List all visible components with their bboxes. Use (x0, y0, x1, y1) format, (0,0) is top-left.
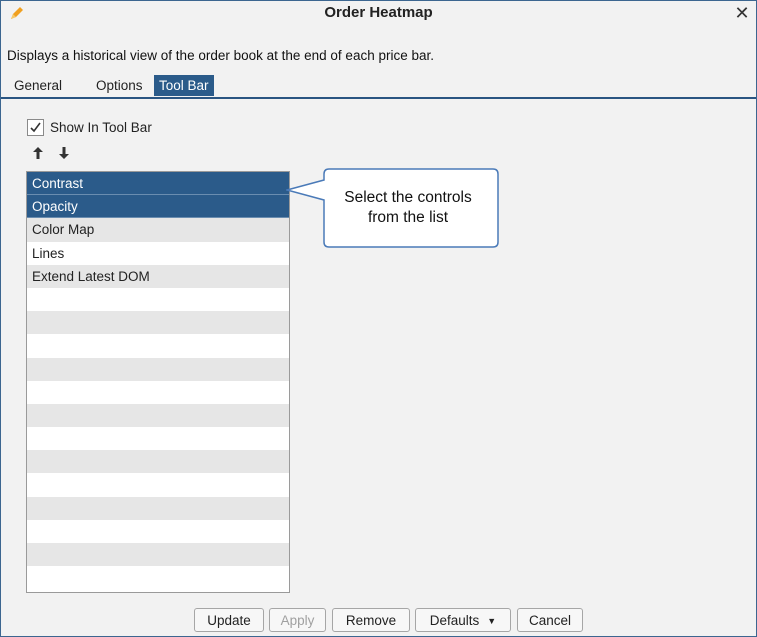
list-item-empty (27, 403, 289, 428)
study-description: Displays a historical view of the order … (7, 48, 434, 63)
list-item-empty (27, 311, 289, 335)
defaults-label: Defaults (429, 613, 480, 628)
list-item-empty (27, 473, 289, 497)
show-in-toolbar-label: Show In Tool Bar (50, 119, 152, 135)
defaults-button[interactable]: Defaults ▼ (415, 608, 511, 632)
list-item-empty (27, 496, 289, 520)
callout-text: Select the controls from the list (323, 188, 493, 228)
title-bar: Order Heatmap ✕ (1, 1, 756, 27)
list-item-empty (27, 450, 289, 474)
window-title: Order Heatmap (324, 4, 433, 21)
list-item[interactable]: Lines (27, 241, 289, 265)
tab-options[interactable]: Options (91, 75, 148, 96)
controls-list[interactable]: Contrast Opacity Color Map Lines Extend Late… (26, 171, 290, 593)
list-item-empty (27, 566, 289, 590)
caret-down-icon: ▼ (487, 616, 497, 627)
tab-general[interactable]: General (9, 75, 67, 96)
tab-bar: General Options Tool Bar (1, 75, 756, 99)
show-in-toolbar-checkbox[interactable] (27, 118, 44, 136)
apply-button[interactable]: Apply (269, 608, 326, 632)
callout-line-1: Select the controls (344, 189, 472, 206)
list-item[interactable]: Extend Latest DOM (27, 264, 289, 288)
update-button[interactable]: Update (194, 608, 264, 632)
close-button[interactable]: ✕ (732, 2, 752, 24)
list-item-empty (27, 427, 289, 451)
list-item-empty (27, 519, 289, 543)
checkmark-icon (30, 122, 41, 132)
cancel-button[interactable]: Cancel (517, 608, 583, 632)
list-item-empty (27, 380, 289, 404)
list-item-empty (27, 543, 289, 567)
list-item-empty (27, 334, 289, 358)
list-item[interactable]: Color Map (27, 218, 289, 242)
button-bar: Update Apply Remove Defaults ▼ Cancel (1, 606, 756, 634)
arrow-down-icon[interactable] (57, 145, 71, 161)
dialog-window: Order Heatmap ✕ Displays a historical vi… (0, 0, 757, 637)
remove-button[interactable]: Remove (332, 608, 410, 632)
callout-line-2: from the list (367, 209, 449, 226)
list-item[interactable]: Contrast (27, 172, 289, 196)
list-item-empty (27, 287, 289, 312)
arrow-up-icon[interactable] (31, 145, 45, 161)
list-item-empty (27, 357, 289, 381)
list-item[interactable]: Opacity (27, 195, 289, 219)
tab-tool-bar[interactable]: Tool Bar (154, 75, 214, 96)
show-in-toolbar-row: Show In Tool Bar (27, 118, 152, 136)
